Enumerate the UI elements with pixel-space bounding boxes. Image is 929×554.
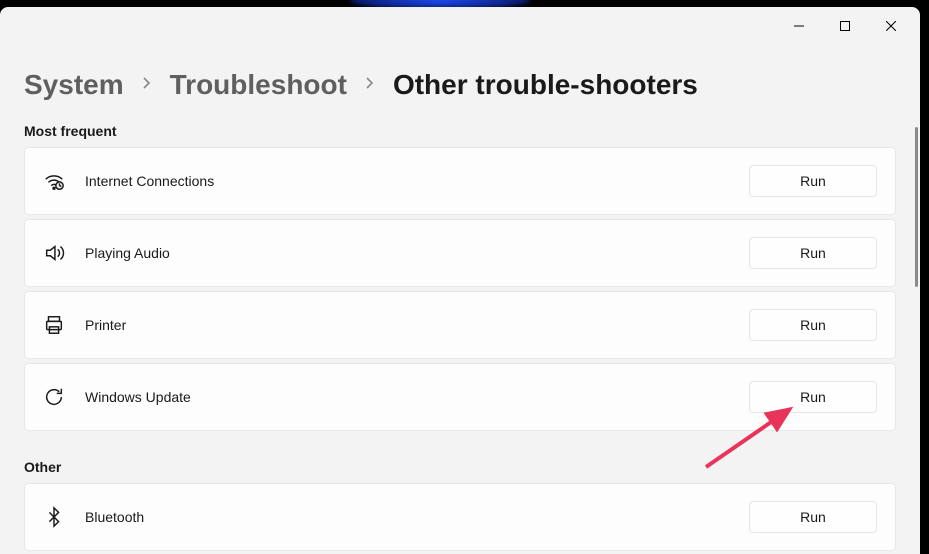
troubleshooter-label: Internet Connections	[85, 173, 729, 189]
bluetooth-icon	[43, 506, 65, 528]
breadcrumb-system[interactable]: System	[24, 69, 124, 101]
breadcrumb-troubleshoot[interactable]: Troubleshoot	[170, 69, 347, 101]
troubleshooter-printer: Printer Run	[24, 291, 896, 359]
window-titlebar	[0, 7, 920, 45]
troubleshooter-label: Playing Audio	[85, 245, 729, 261]
troubleshooter-playing-audio: Playing Audio Run	[24, 219, 896, 287]
settings-window: System Troubleshoot Other trouble-shoote…	[0, 7, 920, 554]
maximize-button[interactable]	[822, 10, 868, 42]
troubleshooter-internet-connections: Internet Connections Run	[24, 147, 896, 215]
chevron-right-icon	[142, 76, 152, 95]
audio-icon	[43, 242, 65, 264]
chevron-right-icon	[365, 76, 375, 95]
run-button-printer[interactable]: Run	[749, 309, 877, 341]
vertical-scrollbar[interactable]	[915, 127, 918, 287]
other-list: Bluetooth Run	[24, 483, 896, 551]
most-frequent-list: Internet Connections Run Playing Audio R…	[24, 147, 896, 431]
troubleshooter-bluetooth: Bluetooth Run	[24, 483, 896, 551]
breadcrumb-current: Other trouble-shooters	[393, 69, 698, 101]
close-button[interactable]	[868, 10, 914, 42]
wifi-icon	[43, 170, 65, 192]
troubleshooter-windows-update: Windows Update Run	[24, 363, 896, 431]
troubleshooter-label: Printer	[85, 317, 729, 333]
troubleshooter-label: Windows Update	[85, 389, 729, 405]
troubleshooter-label: Bluetooth	[85, 509, 729, 525]
update-icon	[43, 386, 65, 408]
run-button-internet[interactable]: Run	[749, 165, 877, 197]
content-area: System Troubleshoot Other trouble-shoote…	[0, 69, 920, 551]
run-button-windows-update[interactable]: Run	[749, 381, 877, 413]
run-button-bluetooth[interactable]: Run	[749, 501, 877, 533]
breadcrumb: System Troubleshoot Other trouble-shoote…	[24, 69, 896, 101]
minimize-button[interactable]	[776, 10, 822, 42]
section-title-other: Other	[24, 459, 896, 475]
section-title-most-frequent: Most frequent	[24, 123, 896, 139]
printer-icon	[43, 314, 65, 336]
run-button-audio[interactable]: Run	[749, 237, 877, 269]
